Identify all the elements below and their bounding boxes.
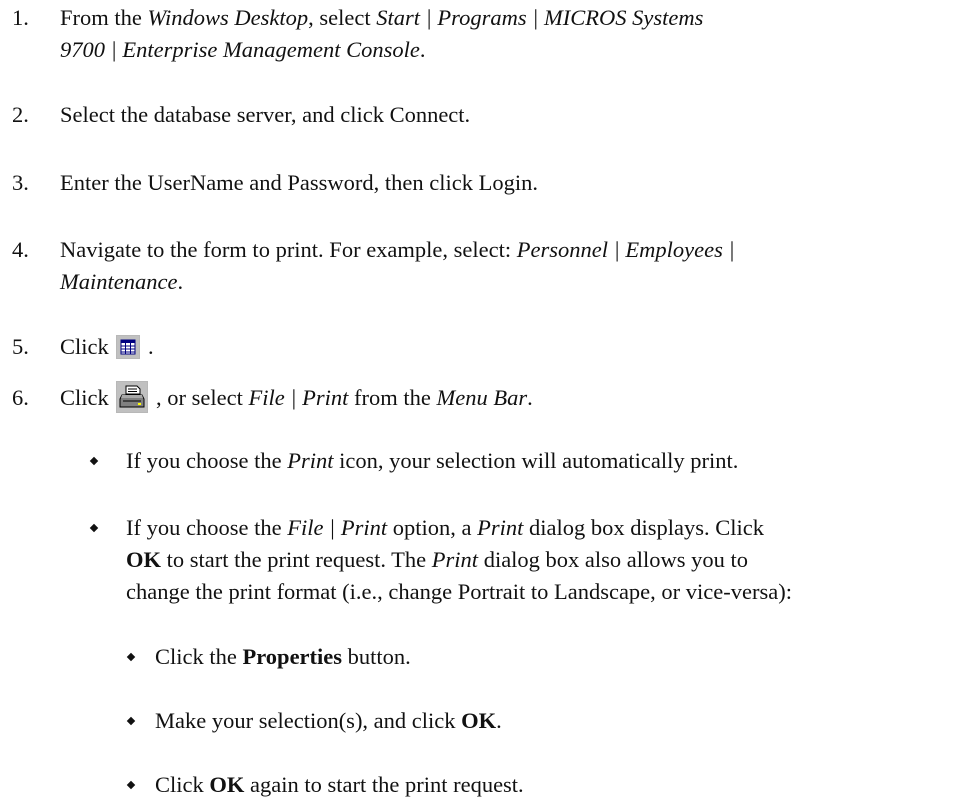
form-view-icon[interactable] — [116, 334, 141, 359]
step-text: From the Windows Desktop, select Start |… — [60, 5, 704, 62]
step-text: Navigate to the form to print. For examp… — [60, 237, 735, 294]
step-number: 1. — [12, 5, 29, 30]
bullet-diamond-icon — [89, 523, 99, 533]
bullet-diamond-icon — [89, 456, 99, 466]
step-text: Select the database server, and click Co… — [60, 102, 471, 127]
printer-icon[interactable] — [116, 380, 149, 413]
step-text: Click , or select File | Print from the … — [60, 380, 960, 416]
bullet-diamond-icon — [126, 716, 136, 726]
step-text: Click . — [60, 334, 154, 359]
step-number: 4. — [12, 237, 29, 262]
step-number: 2. — [12, 102, 29, 127]
bullet-diamond-icon — [126, 652, 136, 662]
step-number: 3. — [12, 170, 29, 195]
step-number: 5. — [12, 334, 29, 359]
step-number: 6. — [12, 385, 29, 410]
step-text: Enter the UserName and Password, then cl… — [60, 170, 538, 195]
bullet-diamond-icon — [126, 780, 136, 790]
